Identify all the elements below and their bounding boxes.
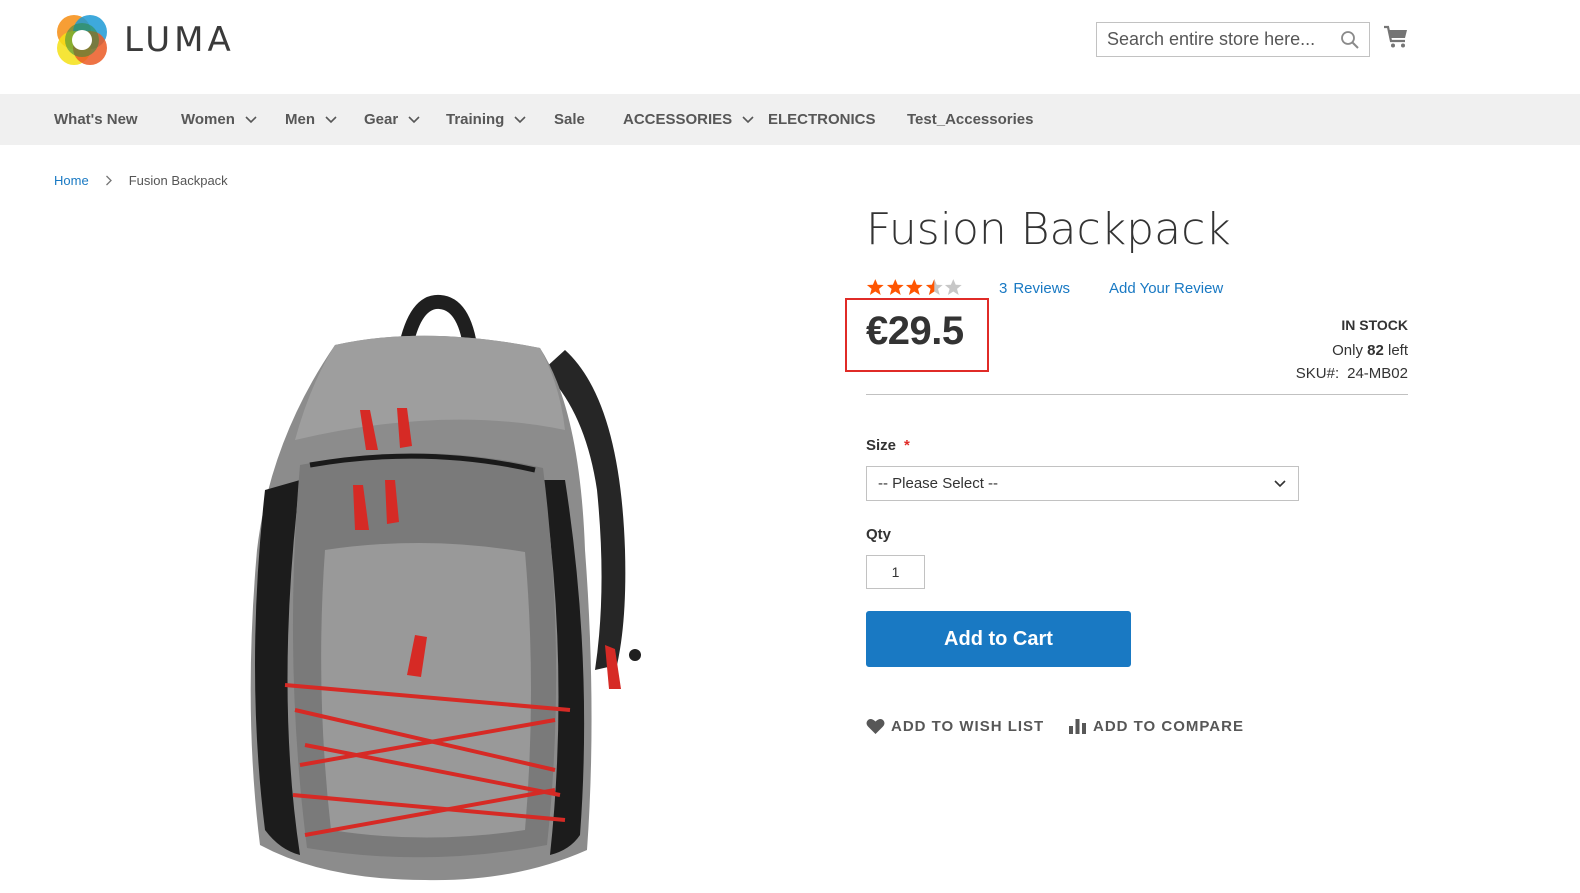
page-header: LUMA <box>0 0 1580 94</box>
chevron-down-icon <box>245 115 257 123</box>
add-to-cart-button[interactable]: Add to Cart <box>866 611 1131 667</box>
size-label: Size * <box>866 437 910 454</box>
nav-item-label: ACCESSORIES <box>623 111 733 128</box>
nav-item-test-accessories[interactable]: Test_Accessories <box>907 94 1033 145</box>
stock-remaining-prefix: Only <box>1332 342 1363 359</box>
nav-item-label: Gear <box>364 111 399 128</box>
nav-item-label: Men <box>285 111 315 128</box>
wishlist-label: Add to Wish List <box>891 718 1045 735</box>
stock-remaining: Only 82 left <box>1332 342 1408 359</box>
logo-mark-icon <box>57 15 107 65</box>
compare-label: Add to Compare <box>1093 718 1244 735</box>
rating-stars[interactable] <box>866 278 964 298</box>
nav-item-label: Test_Accessories <box>907 111 1034 128</box>
star-full-icon <box>906 279 923 295</box>
chevron-right-icon <box>105 175 112 186</box>
reviews-link[interactable]: 3 Reviews <box>999 280 1070 297</box>
add-to-compare-link[interactable]: Add to Compare <box>1068 718 1244 735</box>
nav-item-accessories[interactable]: ACCESSORIES <box>623 94 754 145</box>
product-sku: SKU#: 24-MB02 <box>1296 365 1408 382</box>
chevron-down-icon <box>514 115 526 123</box>
reviews-count: 3 <box>999 280 1008 297</box>
logo-text: LUMA <box>124 20 235 60</box>
size-select[interactable]: -- Please Select -- <box>866 466 1299 501</box>
stock-remaining-count: 82 <box>1367 342 1384 359</box>
chevron-down-icon <box>1274 480 1286 488</box>
size-select-value: -- Please Select -- <box>878 475 999 492</box>
reviews-label: Reviews <box>1013 280 1071 297</box>
qty-input[interactable] <box>866 555 925 589</box>
nav-item-women[interactable]: Women <box>181 94 257 145</box>
nav-item-whats-new[interactable]: What's New <box>54 94 138 145</box>
nav-item-training[interactable]: Training <box>446 94 526 145</box>
heart-icon <box>866 719 885 734</box>
star-half-icon <box>925 279 943 295</box>
nav-item-label: Training <box>446 111 505 128</box>
product-image[interactable] <box>225 290 655 890</box>
nav-item-sale[interactable]: Sale <box>554 94 585 145</box>
nav-item-gear[interactable]: Gear <box>364 94 420 145</box>
nav-item-label: Sale <box>554 111 585 128</box>
star-full-icon <box>866 279 884 295</box>
product-title: Fusion Backpack <box>866 204 1231 255</box>
search-input[interactable] <box>1097 23 1369 56</box>
size-label-text: Size <box>866 437 897 454</box>
chevron-down-icon <box>325 115 337 123</box>
breadcrumb-current: Fusion Backpack <box>128 173 228 188</box>
breadcrumb-home-link[interactable]: Home <box>54 173 89 188</box>
required-marker: * <box>904 437 910 454</box>
chevron-down-icon <box>742 115 754 123</box>
nav-item-label: ELECTRONICS <box>768 111 876 128</box>
star-full-icon <box>886 279 904 295</box>
stock-status: IN STOCK <box>1341 317 1408 333</box>
add-to-wishlist-link[interactable]: Add to Wish List <box>866 718 1044 735</box>
product-price: €29.5 <box>866 309 964 353</box>
nav-item-electronics[interactable]: ELECTRONICS <box>768 94 876 145</box>
main-navigation: What's New Women Men Gear Training Sale … <box>0 94 1580 145</box>
add-review-link[interactable]: Add Your Review <box>1109 280 1223 297</box>
info-divider <box>866 394 1408 395</box>
sku-label: SKU#: <box>1295 365 1340 382</box>
stock-remaining-suffix: left <box>1387 342 1408 359</box>
compare-chart-icon <box>1069 719 1086 734</box>
sku-value: 24-MB02 <box>1347 365 1408 382</box>
star-empty-icon <box>945 279 963 295</box>
nav-item-label: Women <box>181 111 235 128</box>
chevron-down-icon <box>408 115 420 123</box>
nav-item-men[interactable]: Men <box>285 94 337 145</box>
luma-logo[interactable]: LUMA <box>54 12 235 68</box>
qty-label: Qty <box>866 526 892 543</box>
search-box <box>1096 22 1370 57</box>
search-icon[interactable] <box>1340 30 1360 50</box>
cart-icon[interactable] <box>1383 24 1409 50</box>
breadcrumb: Home Fusion Backpack <box>54 173 228 188</box>
nav-item-label: What's New <box>54 111 138 128</box>
